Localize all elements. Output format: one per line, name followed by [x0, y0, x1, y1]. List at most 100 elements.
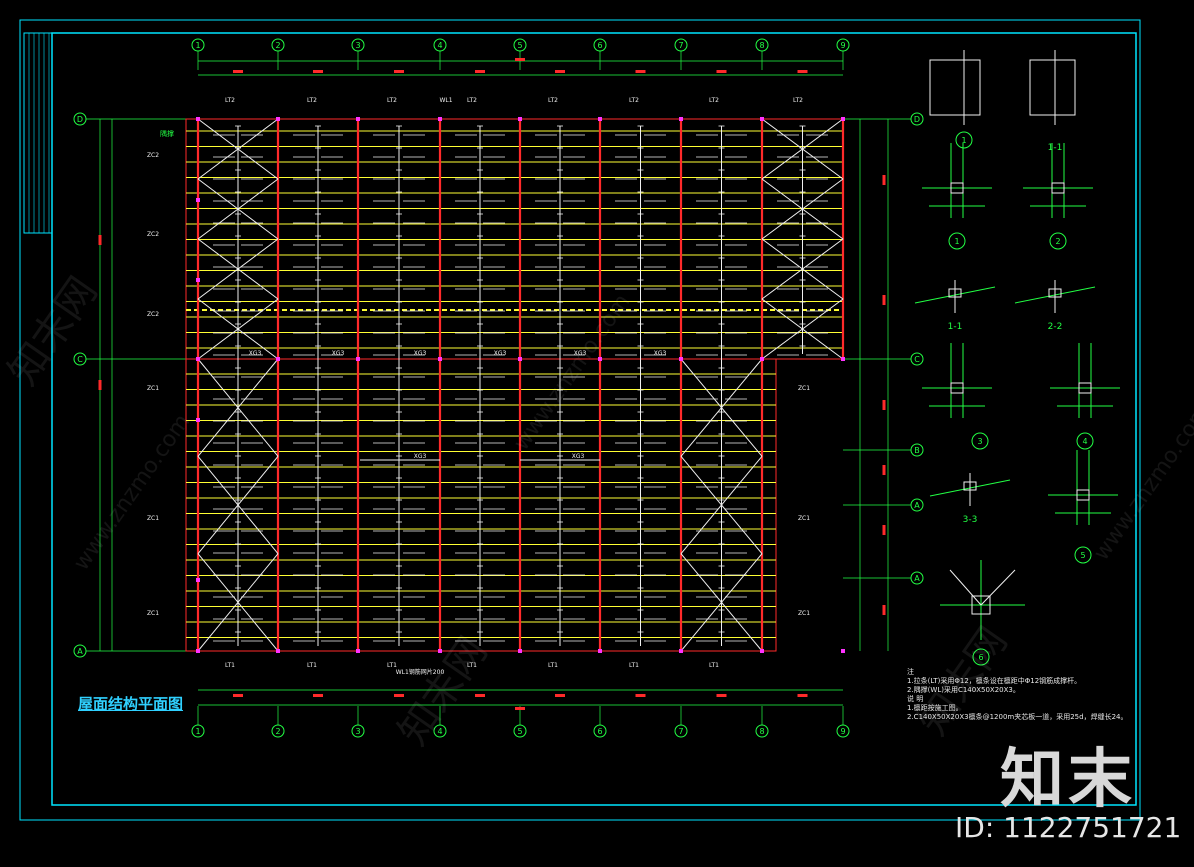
tie-tag: XG3 — [494, 350, 507, 357]
axis-label-top: 7 — [678, 41, 683, 50]
dimension-tag — [635, 70, 646, 73]
dimension-tag — [555, 70, 565, 73]
brace-tag-right: ZC1 — [798, 385, 810, 392]
purlin-tag-bottom: LT1 — [387, 662, 397, 669]
dimension-tag — [882, 175, 886, 185]
dimension-tag — [882, 400, 886, 410]
axis-label-bottom: 1 — [195, 727, 200, 736]
axis-label-right: A — [914, 574, 920, 583]
purlin-tag-top: WL1 — [439, 97, 452, 104]
node-marker — [276, 649, 280, 653]
axis-label-right: C — [914, 355, 920, 364]
axis-label-bottom: 2 — [275, 727, 280, 736]
tie-tag: XG3 — [414, 350, 427, 357]
dimension-tag — [882, 295, 886, 305]
detail-number: 2 — [1055, 237, 1060, 246]
dimension-tag — [98, 380, 102, 390]
purlin-tag-bottom: LT1 — [307, 662, 317, 669]
dimension-tag — [716, 70, 727, 73]
axis-label-top: 8 — [759, 41, 764, 50]
node-marker — [276, 117, 280, 121]
dimension-tag — [635, 694, 646, 697]
axis-label-bottom: 5 — [517, 727, 522, 736]
detail-brace — [949, 569, 982, 606]
detail-number: 5 — [1080, 551, 1085, 560]
node-marker — [196, 278, 200, 282]
brace-tag-left: ZC1 — [147, 610, 159, 617]
dimension-tag — [313, 70, 323, 73]
axis-label-bottom: 8 — [759, 727, 764, 736]
node-marker — [356, 117, 360, 121]
dimension-tag — [475, 70, 485, 73]
brace-tag-left: ZC2 — [147, 311, 159, 318]
purlin-tag-top: LT2 — [307, 97, 317, 104]
axis-label-bottom: 6 — [597, 727, 602, 736]
node-marker — [679, 357, 683, 361]
node-marker — [841, 357, 845, 361]
node-marker — [598, 117, 602, 121]
purlin-tag-bottom: LT1 — [548, 662, 558, 669]
axis-label-right: B — [914, 446, 920, 455]
corner-brace-label: 隅撑 — [160, 129, 174, 138]
node-marker — [598, 649, 602, 653]
brace-tag-left: ZC2 — [147, 152, 159, 159]
node-marker — [196, 649, 200, 653]
node-marker — [679, 117, 683, 121]
tie-tag: XG3 — [332, 350, 345, 357]
purlin-tag-top: LT2 — [793, 97, 803, 104]
section-label: 3-3 — [963, 515, 978, 525]
purlin-tag-top: LT2 — [225, 97, 235, 104]
purlin-tag-bottom: LT1 — [709, 662, 719, 669]
dimension-tag — [716, 694, 727, 697]
axis-label-right: D — [914, 115, 920, 124]
brace-tag-left: ZC1 — [147, 515, 159, 522]
node-marker — [518, 649, 522, 653]
node-marker — [760, 117, 764, 121]
axis-label-top: 4 — [437, 41, 442, 50]
section-label: 2-2 — [1048, 322, 1063, 332]
drawing-title: 屋面结构平面图 — [78, 695, 184, 713]
node-marker — [438, 117, 442, 121]
purlin-tag-top: LT2 — [548, 97, 558, 104]
node-marker — [518, 357, 522, 361]
axis-label-right: A — [914, 501, 920, 510]
tie-tag: XG3 — [654, 350, 667, 357]
purlin-tag-top: LT2 — [387, 97, 397, 104]
node-marker — [196, 578, 200, 582]
detail-number: 4 — [1082, 437, 1087, 446]
dimension-tag — [882, 465, 886, 475]
dimension-tag — [797, 694, 808, 697]
purlin-tag-top: LT2 — [709, 97, 719, 104]
axis-label-top: 5 — [517, 41, 522, 50]
axis-label-top: 3 — [355, 41, 360, 50]
detail-brace — [980, 569, 1016, 606]
axis-label-top: 9 — [840, 41, 845, 50]
node-marker — [760, 649, 764, 653]
detail-outline — [1029, 59, 1076, 116]
dimension-tag — [475, 694, 485, 697]
node-marker — [438, 357, 442, 361]
tie-tag: XG3 — [249, 350, 262, 357]
dimension-tag — [233, 694, 243, 697]
axis-label-top: 2 — [275, 41, 280, 50]
purlin-tag-top: LT2 — [629, 97, 639, 104]
tie-tag: XG3 — [572, 453, 585, 460]
axis-label-bottom: 9 — [840, 727, 845, 736]
brace-tag-right: ZC1 — [798, 610, 810, 617]
detail-outline — [929, 59, 981, 116]
purlin-tag-top: LT2 — [467, 97, 477, 104]
node-marker — [356, 649, 360, 653]
section-label: 1-1 — [1048, 143, 1063, 153]
detail-number: 3 — [977, 437, 982, 446]
brace-tag-left: ZC2 — [147, 231, 159, 238]
axis-label-left: C — [77, 355, 83, 364]
axis-label-top: 6 — [597, 41, 602, 50]
detail-number: 1 — [954, 237, 959, 246]
dimension-tag — [515, 707, 525, 710]
brand-logo: 知末 — [1000, 743, 1136, 817]
dimension-tag — [394, 70, 404, 73]
dimension-tag — [98, 235, 102, 245]
brace-tag-right: ZC1 — [798, 515, 810, 522]
node-marker — [679, 649, 683, 653]
node-marker — [518, 117, 522, 121]
